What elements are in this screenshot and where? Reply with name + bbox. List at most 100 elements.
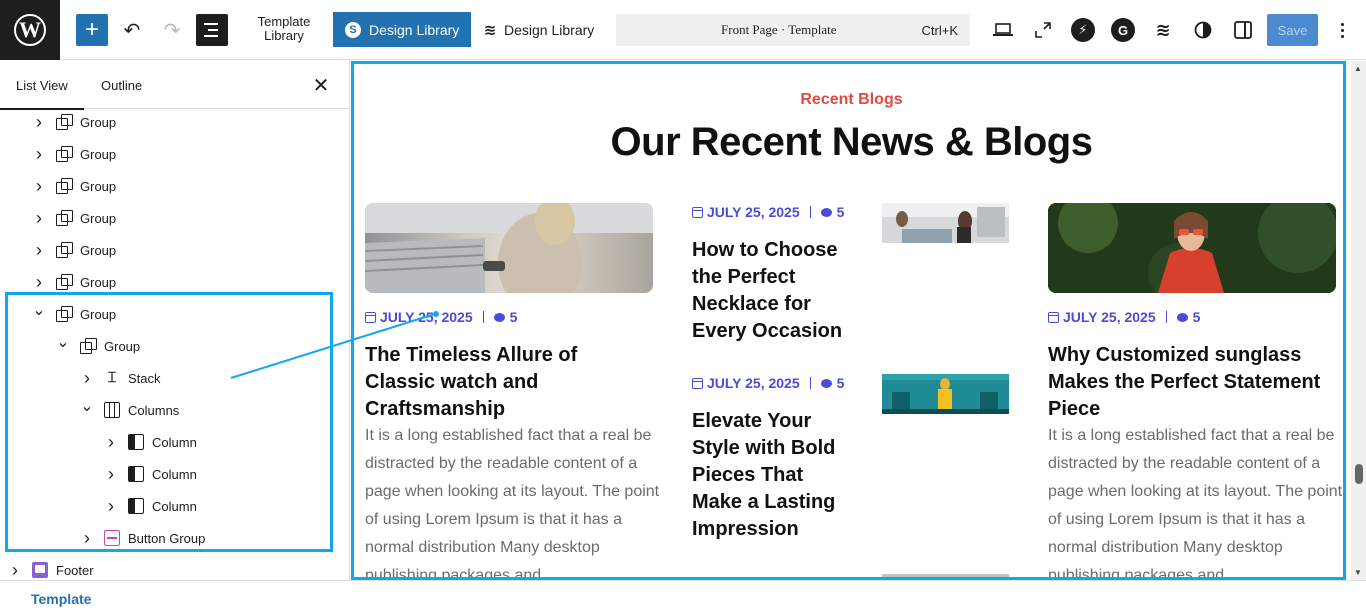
sidebar-tabs: List View Outline ✕: [0, 61, 349, 110]
comment-count[interactable]: 5: [510, 309, 518, 325]
post-thumbnail-watch[interactable]: [365, 203, 653, 293]
post-meta: JULY 25, 2025 5: [1048, 309, 1200, 325]
list-view-item[interactable]: › Column: [102, 490, 197, 522]
post-thumbnail-bold-pieces[interactable]: [882, 374, 1009, 414]
editor-toolbar: W + ↶ ↷ Template Library S Design Librar…: [0, 0, 1366, 60]
post-thumbnail-necklace[interactable]: [882, 203, 1009, 243]
design-library-button-primary[interactable]: S Design Library: [333, 12, 471, 47]
chevron-right-icon[interactable]: ›: [78, 528, 96, 549]
list-view-icon: [204, 23, 218, 25]
chevron-right-icon[interactable]: ›: [102, 432, 120, 453]
stackable-settings-button[interactable]: ≋: [1150, 16, 1176, 44]
save-button[interactable]: Save: [1267, 14, 1318, 46]
list-view-item[interactable]: › Group: [30, 138, 116, 170]
calendar-icon: [692, 206, 703, 218]
group-icon: [56, 274, 73, 290]
list-view-item[interactable]: › Group: [30, 106, 116, 138]
list-view-item[interactable]: › Group: [30, 266, 116, 298]
breadcrumb-template[interactable]: Template: [31, 591, 91, 607]
chevron-right-icon[interactable]: ›: [102, 464, 120, 485]
watch-photo-image: [365, 203, 653, 293]
design-library-logo-icon: S: [345, 21, 361, 38]
list-view-item[interactable]: › Group: [30, 170, 116, 202]
list-view-item[interactable]: ⌄ Columns: [78, 394, 179, 426]
open-preview-button[interactable]: [1030, 16, 1056, 44]
tab-list-view[interactable]: List View: [0, 61, 84, 110]
chevron-down-icon[interactable]: ⌄: [54, 332, 72, 352]
list-view-item-label: Footer: [56, 562, 94, 578]
list-view-item[interactable]: › Footer: [6, 554, 94, 580]
comment-count[interactable]: 5: [837, 204, 845, 220]
undo-icon: ↶: [123, 19, 141, 42]
canvas-scrollbar[interactable]: ▲ ▼: [1351, 61, 1366, 580]
plus-icon: +: [84, 16, 99, 43]
device-preview-button[interactable]: [990, 16, 1016, 44]
comment-count[interactable]: 5: [837, 375, 845, 391]
chevron-right-icon[interactable]: ›: [30, 112, 48, 133]
post-title[interactable]: Why Customized sunglass Makes the Perfec…: [1048, 342, 1338, 423]
redo-button[interactable]: ↷: [158, 14, 186, 46]
command-palette-button[interactable]: Front Page · Template Ctrl+K: [616, 14, 970, 46]
styles-button[interactable]: [1190, 16, 1216, 44]
list-view-item-label: Group: [80, 178, 117, 194]
selected-block-frame[interactable]: Recent Blogs Our Recent News & Blogs JUL…: [351, 61, 1346, 580]
list-view-item[interactable]: ⌄ Group: [54, 330, 140, 362]
add-block-button[interactable]: +: [76, 14, 108, 46]
columns-icon: [104, 402, 120, 418]
tab-outline[interactable]: Outline: [101, 61, 142, 109]
chevron-right-icon[interactable]: ›: [30, 208, 48, 229]
scroll-up-arrow-icon[interactable]: ▲: [1354, 64, 1362, 73]
list-view-item[interactable]: › Column: [102, 458, 197, 490]
list-view-item[interactable]: ⌄ Group: [30, 298, 116, 330]
sidebar-icon: [1234, 21, 1252, 39]
settings-sidebar-button[interactable]: [1230, 16, 1256, 44]
post-date[interactable]: JULY 25, 2025: [707, 204, 800, 220]
group-icon: [56, 306, 73, 322]
post-date[interactable]: JULY 25, 2025: [1063, 309, 1156, 325]
post-title[interactable]: Elevate Your Style with Bold Pieces That…: [692, 408, 852, 543]
command-shortcut: Ctrl+K: [921, 22, 958, 38]
list-view-sidebar: List View Outline ✕ › Group › Group › Group › G…: [0, 61, 350, 580]
list-view-item[interactable]: › Group: [30, 234, 116, 266]
wordpress-logo-button[interactable]: W: [0, 0, 60, 60]
options-menu-button[interactable]: [1330, 14, 1354, 46]
design-library-button-secondary[interactable]: ≋ Design Library: [482, 12, 595, 47]
chevron-right-icon[interactable]: ›: [30, 272, 48, 293]
post-title[interactable]: How to Choose the Perfect Necklace for E…: [692, 237, 862, 345]
undo-button[interactable]: ↶: [118, 14, 146, 46]
scroll-down-arrow-icon[interactable]: ▼: [1354, 568, 1362, 577]
post-date[interactable]: JULY 25, 2025: [707, 375, 800, 391]
plugin-g-button[interactable]: G: [1110, 16, 1136, 44]
list-view-item[interactable]: › Group: [30, 202, 116, 234]
list-view-item[interactable]: › ⌶ Stack: [78, 362, 161, 394]
template-library-button[interactable]: Template Library: [246, 15, 322, 43]
chevron-right-icon[interactable]: ›: [102, 496, 120, 517]
chevron-right-icon[interactable]: ›: [30, 176, 48, 197]
post-date[interactable]: JULY 25, 2025: [380, 309, 473, 325]
stack-icon: ⌶: [107, 369, 117, 386]
contrast-icon: [1194, 21, 1212, 39]
design-library-label: Design Library: [369, 21, 460, 38]
post-title[interactable]: The Timeless Allure of Classic watch and…: [365, 342, 625, 423]
close-sidebar-button[interactable]: ✕: [309, 73, 333, 97]
document-overview-button[interactable]: [196, 14, 228, 46]
chevron-right-icon[interactable]: ›: [6, 560, 24, 581]
post-thumbnail-sunglass[interactable]: [1048, 203, 1336, 293]
chevron-down-icon[interactable]: ⌄: [78, 396, 96, 416]
bolt-plugin-button[interactable]: ⚡: [1070, 16, 1096, 44]
list-view-item-label: Group: [104, 338, 141, 354]
comment-icon: [493, 312, 505, 322]
editor-canvas: Recent Blogs Our Recent News & Blogs JUL…: [351, 61, 1366, 580]
group-icon: [80, 338, 97, 354]
chevron-right-icon[interactable]: ›: [30, 240, 48, 261]
chevron-right-icon[interactable]: ›: [30, 144, 48, 165]
list-view-item-label: Group: [80, 274, 117, 290]
list-view-item[interactable]: › Column: [102, 426, 197, 458]
comment-count[interactable]: 5: [1193, 309, 1201, 325]
chevron-down-icon[interactable]: ⌄: [30, 300, 48, 320]
post-meta: JULY 25, 2025 5: [692, 375, 844, 391]
scrollbar-thumb[interactable]: [1355, 464, 1363, 484]
list-view-item[interactable]: › Button Group: [78, 522, 205, 554]
chevron-right-icon[interactable]: ›: [78, 368, 96, 389]
column-icon: [128, 466, 144, 482]
